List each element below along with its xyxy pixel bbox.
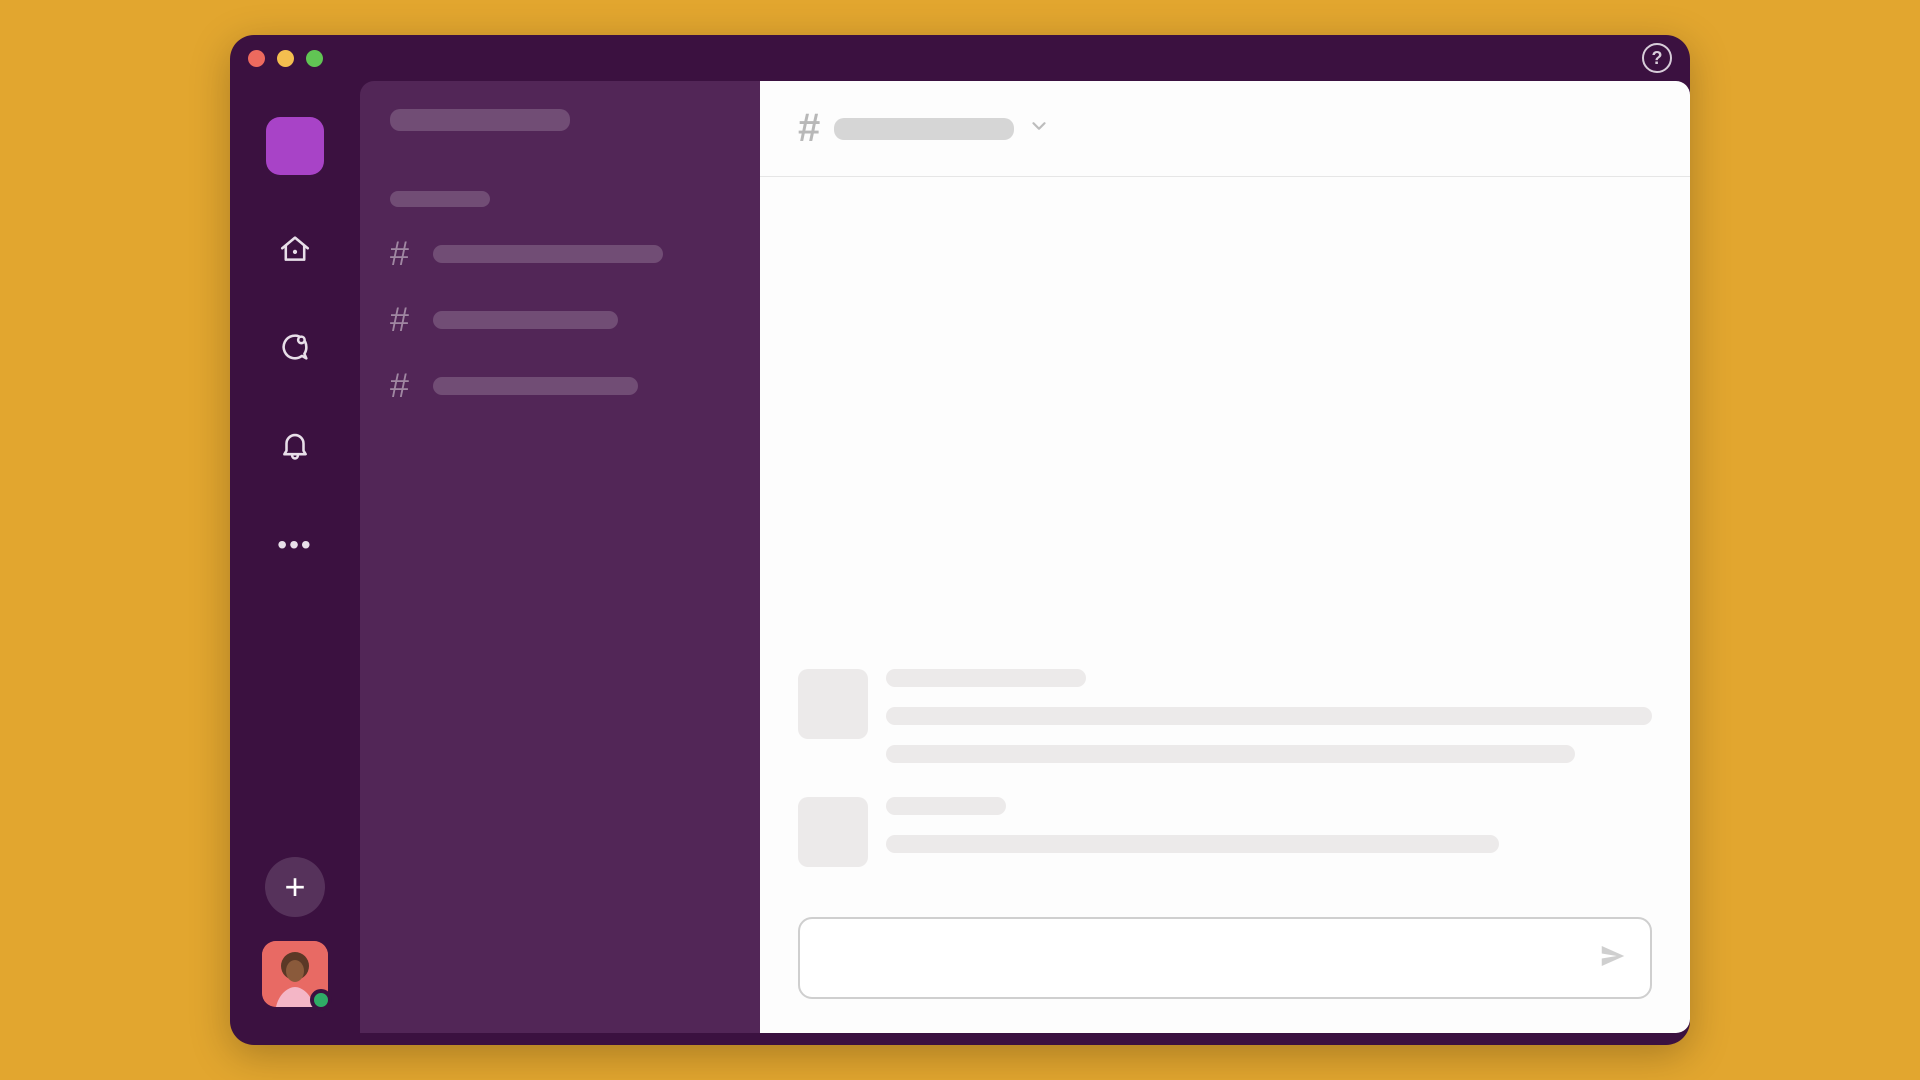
composer-area bbox=[760, 901, 1690, 1033]
sidebar-channel-item[interactable]: # bbox=[390, 303, 730, 337]
channel-name bbox=[433, 377, 638, 395]
message-item[interactable] bbox=[798, 797, 1652, 867]
home-icon bbox=[278, 232, 312, 271]
send-icon bbox=[1598, 941, 1628, 971]
app-window: ? bbox=[230, 35, 1690, 1045]
message-text-line bbox=[886, 707, 1652, 725]
help-icon: ? bbox=[1652, 48, 1663, 69]
sidebar-channel-item[interactable]: # bbox=[390, 369, 730, 403]
presence-indicator bbox=[310, 989, 332, 1011]
message-text-line bbox=[886, 835, 1499, 853]
channel-name bbox=[433, 245, 663, 263]
bell-icon bbox=[278, 428, 312, 467]
message-author bbox=[886, 669, 1086, 687]
sidebar-channel-item[interactable]: # bbox=[390, 237, 730, 271]
nav-home[interactable] bbox=[277, 233, 313, 269]
send-button[interactable] bbox=[1598, 941, 1628, 976]
message-avatar bbox=[798, 797, 868, 867]
user-avatar[interactable] bbox=[262, 941, 328, 1007]
nav-dms[interactable] bbox=[277, 331, 313, 367]
traffic-lights bbox=[248, 50, 323, 67]
window-zoom-button[interactable] bbox=[306, 50, 323, 67]
chevron-down-icon bbox=[1028, 115, 1050, 142]
channel-name bbox=[834, 118, 1014, 140]
nav-rail: ••• + bbox=[230, 81, 360, 1033]
window-close-button[interactable] bbox=[248, 50, 265, 67]
hash-icon: # bbox=[390, 303, 409, 337]
message-author bbox=[886, 797, 1006, 815]
titlebar: ? bbox=[230, 35, 1690, 81]
create-new-button[interactable]: + bbox=[265, 857, 325, 917]
app-body: ••• + bbox=[230, 81, 1690, 1045]
hash-icon: # bbox=[390, 369, 409, 403]
more-icon: ••• bbox=[277, 529, 312, 561]
message-input[interactable] bbox=[822, 948, 1598, 969]
message-list bbox=[760, 177, 1690, 901]
main-content: # bbox=[760, 81, 1690, 1033]
workspace-name[interactable] bbox=[390, 109, 570, 131]
channel-sidebar: # # # bbox=[360, 81, 760, 1033]
message-text-line bbox=[886, 745, 1575, 763]
channel-name bbox=[433, 311, 618, 329]
hash-icon: # bbox=[390, 237, 409, 271]
message-composer[interactable] bbox=[798, 917, 1652, 999]
help-button[interactable]: ? bbox=[1642, 43, 1672, 73]
window-minimize-button[interactable] bbox=[277, 50, 294, 67]
sidebar-section-label[interactable] bbox=[390, 191, 490, 207]
message-avatar bbox=[798, 669, 868, 739]
workspace-switcher[interactable] bbox=[266, 117, 324, 175]
nav-more[interactable]: ••• bbox=[277, 527, 313, 563]
hash-icon: # bbox=[798, 106, 820, 151]
nav-activity[interactable] bbox=[277, 429, 313, 465]
message-item[interactable] bbox=[798, 669, 1652, 763]
dm-icon bbox=[278, 330, 312, 369]
channel-header[interactable]: # bbox=[760, 81, 1690, 177]
plus-icon: + bbox=[284, 866, 305, 908]
